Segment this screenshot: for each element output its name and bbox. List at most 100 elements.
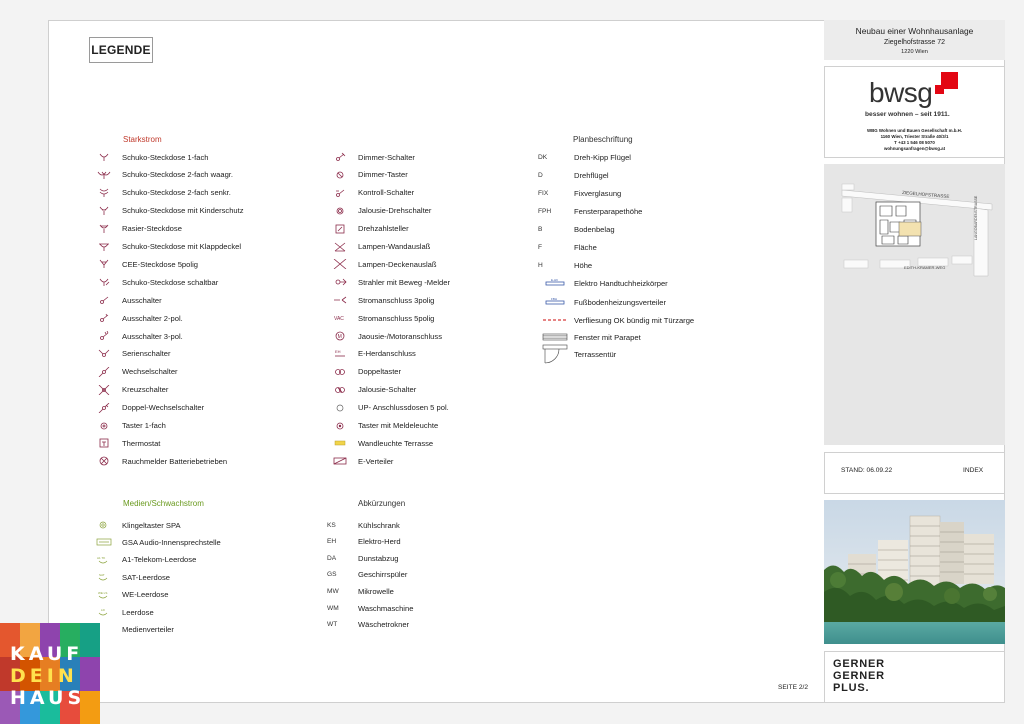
legend-item: Rauchmelder Batteriebetrieben	[86, 454, 227, 468]
legend-label: Thermostat	[122, 438, 161, 448]
abbreviation-item: DA Dunstabzug	[327, 551, 399, 565]
legend-label: Dimmer-Schalter	[358, 152, 415, 162]
section-abkuerzungen: Abkürzungen	[358, 499, 406, 508]
abbreviation-item: WT Wäschetrokner	[327, 618, 409, 632]
legend-item: Jalousie-Schalter	[322, 383, 416, 397]
legend-item: Schuko-Steckdose mit Kinderschutz	[86, 204, 244, 218]
legend-item: WE LS WE-Leerdose	[86, 588, 168, 602]
legend-label: Wandleuchte Terrasse	[358, 438, 434, 448]
abbreviation-item: MW Mikrowelle	[327, 584, 394, 598]
gerner-line-2: GERNER	[833, 670, 885, 682]
legend-label: Taster 1-fach	[122, 421, 166, 430]
svg-text:FBH: FBH	[551, 297, 557, 301]
legend-label: Waschmaschine	[358, 603, 414, 613]
legend-item: Schuko-Steckdose 1-fach	[86, 150, 209, 164]
dimmer-switch-icon	[322, 152, 358, 162]
we-box-icon: WE LS	[86, 590, 122, 600]
legend-label: Klingeltaster SPA	[122, 520, 181, 530]
push-button-icon	[86, 421, 122, 431]
legend-item: Lampen-Deckenauslaß	[322, 257, 437, 271]
legend-label: UP- Anschlussdosen 5 pol.	[358, 403, 449, 413]
spotlight-motion-icon	[322, 277, 358, 287]
svg-text:LD: LD	[101, 608, 106, 612]
terrace-door-icon	[536, 344, 574, 364]
legend-label: Fußbodenheizungsverteiler	[574, 297, 667, 307]
legend-label: Dimmer-Taster	[358, 170, 408, 180]
gerner-line-3: PLUS.	[833, 682, 870, 694]
abbreviation-code: KS	[327, 521, 336, 529]
legend-label: Leerdose	[122, 607, 154, 617]
legend-label: Wechselschalter	[122, 367, 178, 377]
legend-item: Schuko-Steckdose schaltbar	[86, 275, 218, 289]
legend-label: Rasier-Steckdose	[122, 224, 182, 234]
legend-label: A1-Telekom-Leerdose	[122, 555, 197, 565]
abbreviation-code: FIX	[538, 189, 549, 197]
abbreviation-code: WT	[327, 621, 338, 629]
building-rendering	[824, 500, 1005, 644]
control-switch-icon	[322, 188, 358, 198]
legend-label: Jalousie-Drehschalter	[358, 206, 432, 216]
legend-label: Lampen-Deckenauslaß	[358, 259, 437, 269]
legend-label: Schuko-Steckdose 1-fach	[122, 152, 209, 162]
abbreviation-code: FPH	[538, 207, 552, 215]
legend-title: LEGENDE	[89, 37, 153, 63]
legend-item: Kreuzschalter	[86, 383, 168, 397]
svg-text:VAC: VAC	[334, 316, 344, 322]
gerner-line-1: GERNER	[833, 658, 885, 670]
legend-label: Medienverteiler	[122, 624, 174, 634]
legend-item: Doppeltaster	[322, 365, 401, 379]
flap-socket-icon	[86, 242, 122, 252]
project-header: Neubau einer Wohnhausanlage Ziegelhofstr…	[824, 20, 1005, 60]
stand-box: STAND: 06.09.22 INDEX	[824, 452, 1005, 494]
blind-switch-icon	[322, 385, 358, 395]
legend-label: GSA Audio-Innensprechstelle	[122, 537, 221, 547]
legend-label: Wäschetrokner	[358, 620, 410, 630]
power-connection-5pole-icon: VAC	[322, 313, 358, 323]
legend-item: Jalousie-Drehschalter	[322, 204, 431, 218]
legend-label: Schuko-Steckdose 2-fach waagr.	[122, 170, 234, 180]
legend-label: Fenster mit Parapet	[574, 332, 641, 342]
project-city: 1220 Wien	[901, 49, 928, 55]
site-map: ZIEGELHOFSTRASSE EDITH-KRAMER-WEG LANGOB…	[824, 164, 1005, 445]
legend-label: Taster mit Meldeleuchte	[358, 421, 439, 430]
legend-label: Terrassentür	[574, 349, 617, 359]
abbreviation-code: H	[538, 261, 543, 269]
abbreviation-item: WM Waschmaschine	[327, 601, 413, 615]
dimmer-button-icon	[322, 170, 358, 180]
legend-item: Fenster mit Parapet	[536, 330, 641, 344]
legend-label: Ausschalter 3-pol.	[122, 331, 183, 341]
project-title: Neubau einer Wohnhausanlage	[855, 26, 974, 36]
power-connection-3pole-icon	[322, 295, 358, 305]
svg-text:E-HK: E-HK	[551, 278, 558, 282]
stove-connection-icon: EH	[322, 349, 358, 359]
legend-item: H Höhe	[538, 258, 592, 272]
legend-item: Schuko-Steckdose 2-fach waagr.	[86, 168, 233, 182]
legend-item: Dimmer-Schalter	[322, 150, 415, 164]
legend-item: Rasier-Steckdose	[86, 222, 182, 236]
kauf-row-2: DEIN	[10, 665, 78, 687]
legend-item: Taster 1-fach	[86, 419, 166, 433]
legend-label: Schuko-Steckdose mit Kinderschutz	[122, 206, 244, 216]
bwsg-email: wohnungsanfragen@bwsg.at	[883, 146, 946, 151]
legend-item: FBH Fußbodenheizungsverteiler	[536, 295, 666, 309]
kaufdeinhaus-logo: KAUF DEIN HAUS	[0, 623, 100, 724]
legend-item: Schuko-Steckdose 2-fach senkr.	[86, 186, 231, 200]
legend-label: CEE-Steckdose 5polig	[122, 259, 198, 269]
legend-item: LD Leerdose	[86, 605, 154, 619]
terrace-wall-light-icon	[322, 438, 358, 448]
legend-item: VAC Stromanschluss 5polig	[322, 311, 434, 325]
legend-item: Terrassentür	[536, 344, 617, 364]
abbreviation-code: GS	[327, 571, 337, 579]
legend-item: Stromanschluss 3polig	[322, 293, 434, 307]
switch-3pole-icon	[86, 331, 122, 341]
distribution-board-icon	[322, 456, 358, 466]
legend-item: Klingeltaster SPA	[86, 518, 181, 532]
legend-label: Schuko-Steckdose schaltbar	[122, 277, 219, 287]
bwsg-logo-text: bwsg	[869, 77, 933, 108]
legend-item: Doppel-Wechselschalter	[86, 401, 204, 415]
legend-label: Strahler mit Beweg -Melder	[358, 277, 451, 287]
legend-label: Fixverglasung	[574, 188, 622, 198]
legend-item: Ausschalter 3-pol.	[86, 329, 183, 343]
legend-label: Doppeltaster	[358, 367, 402, 377]
section-starkstrom: Starkstrom	[123, 135, 162, 144]
